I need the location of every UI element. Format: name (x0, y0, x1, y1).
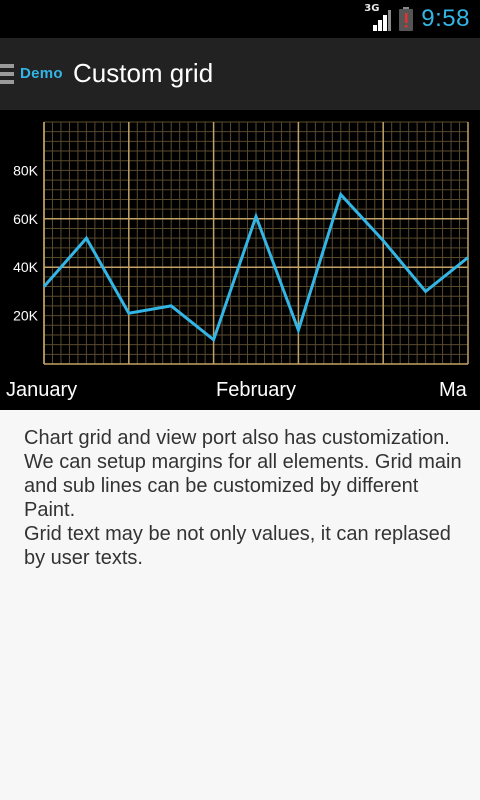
network-type-label: 3G (364, 3, 380, 14)
app-logo: Demo (20, 65, 63, 82)
drawer-toggle-button[interactable]: Demo (0, 38, 70, 110)
signal-icon: 3G (364, 3, 392, 31)
x-tick-label: February (216, 379, 296, 401)
battery-alert-icon (399, 7, 414, 31)
chart-canvas: 20K 40K 60K 80K January February Ma (6, 121, 469, 401)
y-tick-label: 20K (13, 308, 39, 324)
status-bar: 3G 9:58 (0, 0, 480, 38)
status-icons: 3G 9:58 (364, 0, 470, 38)
y-tick-label: 80K (13, 162, 39, 178)
description-paragraph-2: Grid text may be not only values, it can… (24, 523, 451, 569)
description-text: Chart grid and view port also has custom… (24, 426, 464, 570)
page-title: Custom grid (73, 58, 214, 88)
y-tick-label: 60K (13, 211, 39, 227)
hamburger-icon (0, 64, 14, 84)
description-paragraph-1: Chart grid and view port also has custom… (24, 427, 462, 521)
y-tick-label: 40K (13, 259, 39, 275)
action-bar: Demo Custom grid (0, 38, 480, 110)
x-tick-label: January (6, 379, 77, 401)
x-tick-label: Ma (439, 379, 468, 401)
line-chart[interactable]: 20K 40K 60K 80K January February Ma (0, 110, 480, 410)
clock: 9:58 (421, 5, 470, 32)
